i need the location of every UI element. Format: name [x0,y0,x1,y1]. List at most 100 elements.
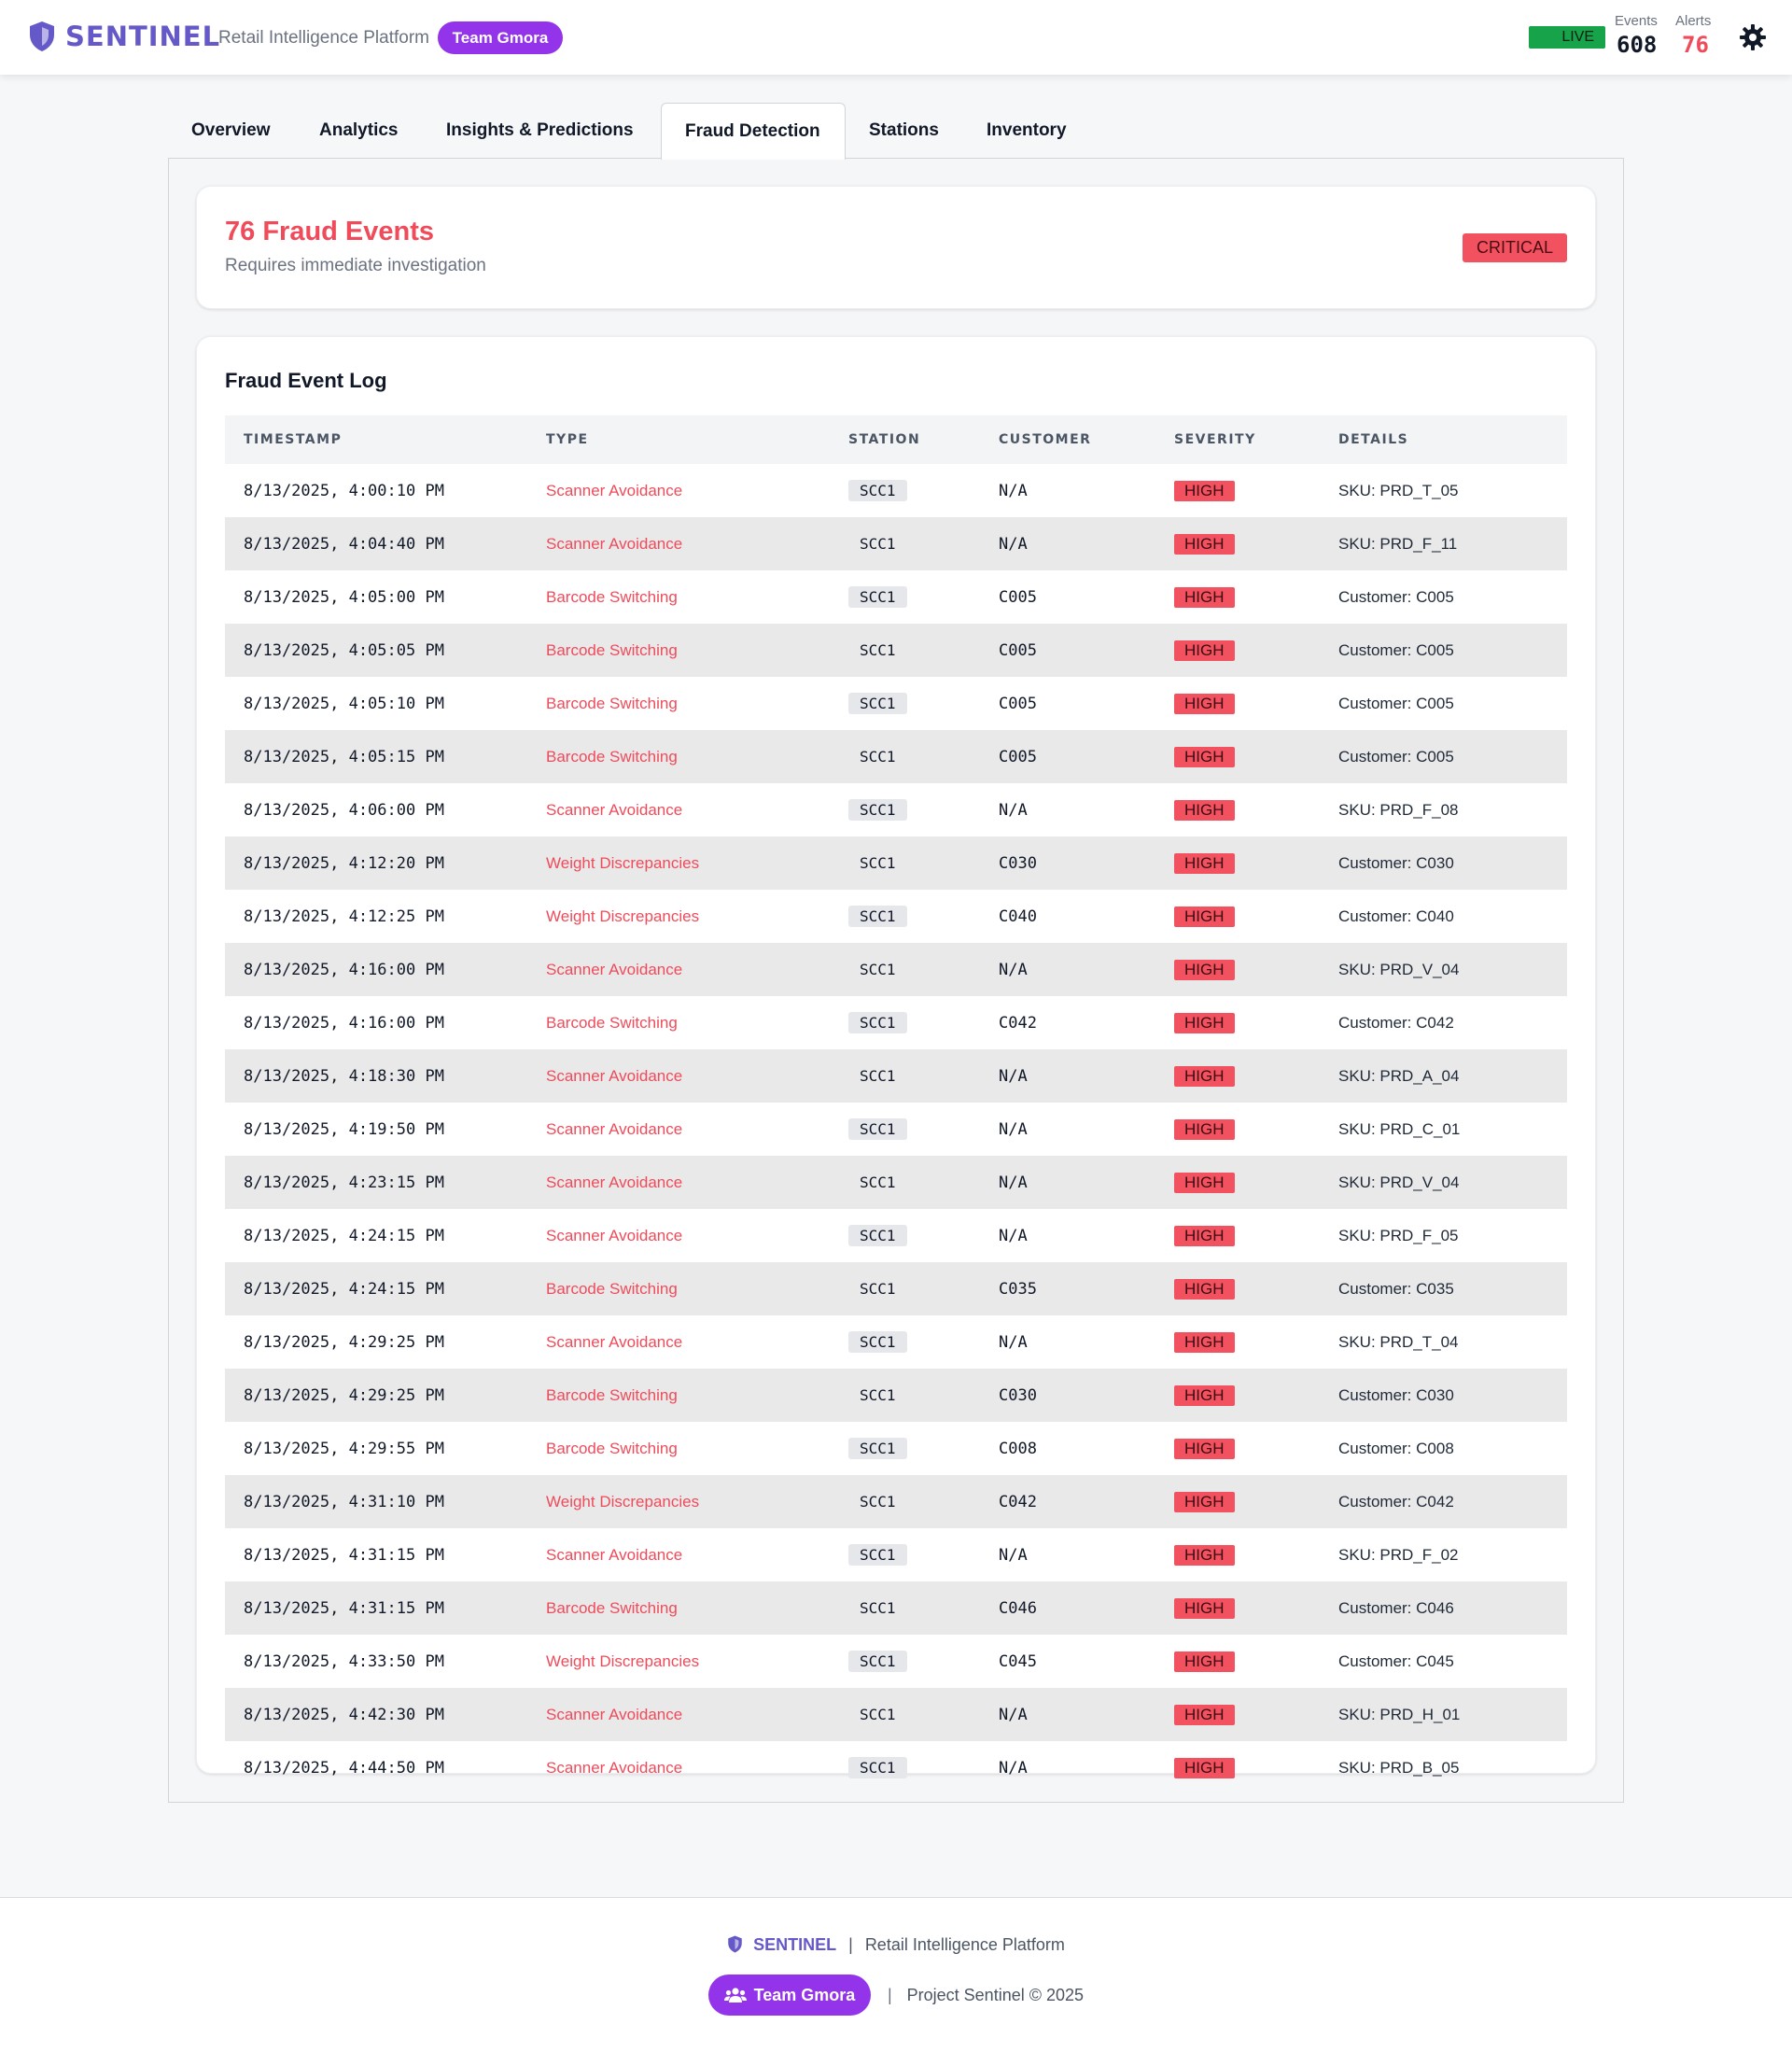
fraud-summary-subtitle: Requires immediate investigation [225,256,486,275]
column-header-details[interactable]: DETAILS [1337,415,1567,464]
cell-timestamp: 8/13/2025, 4:31:10 PM [225,1475,545,1528]
station-chip: SCC1 [860,854,896,872]
cell-severity: HIGH [1173,1741,1337,1794]
table-row[interactable]: 8/13/2025, 4:05:15 PM Barcode Switching SC… [225,730,1567,783]
station-chip: SCC1 [848,1225,907,1246]
table-row[interactable]: 8/13/2025, 4:05:05 PM Barcode Switching SC… [225,624,1567,677]
table-row[interactable]: 8/13/2025, 4:19:50 PM Scanner Avoidance SC… [225,1103,1567,1156]
footer: SENTINEL | Retail Intelligence Platform … [0,1897,1792,2066]
cell-details: SKU: PRD_V_04 [1337,1156,1567,1209]
cell-details: Customer: C005 [1337,624,1567,677]
tab-overview[interactable]: Overview [168,103,294,159]
cell-timestamp: 8/13/2025, 4:44:50 PM [244,1758,444,1778]
cell-customer: C042 [998,1475,1173,1528]
cell-station: SCC1 [847,943,998,996]
station-chip: SCC1 [848,586,907,608]
station-chip: SCC1 [860,1067,896,1085]
table-row[interactable]: 8/13/2025, 4:05:10 PM Barcode Switching SC… [225,677,1567,730]
cell-timestamp: 8/13/2025, 4:05:15 PM [225,730,545,783]
table-row[interactable]: 8/13/2025, 4:42:30 PM Scanner Avoidance SC… [225,1688,1567,1741]
table-row[interactable]: 8/13/2025, 4:29:25 PM Scanner Avoidance SC… [225,1315,1567,1369]
table-row[interactable]: 8/13/2025, 4:05:00 PM Barcode Switching SC… [225,570,1567,624]
cell-station: SCC1 [847,1422,998,1475]
cell-timestamp: 8/13/2025, 4:16:00 PM [225,943,545,996]
cell-station: SCC1 [847,1209,998,1262]
table-row[interactable]: 8/13/2025, 4:12:25 PM Weight Discrepancie… [225,890,1567,943]
table-row[interactable]: 8/13/2025, 4:29:25 PM Barcode Switching SC… [225,1369,1567,1422]
column-header-customer[interactable]: CUSTOMER [998,415,1173,464]
table-row[interactable]: 8/13/2025, 4:23:15 PM Scanner Avoidance SC… [225,1156,1567,1209]
cell-timestamp: 8/13/2025, 4:31:15 PM [244,1545,444,1565]
station-chip: SCC1 [860,535,896,553]
cell-timestamp: 8/13/2025, 4:29:25 PM [244,1332,444,1352]
cell-customer: N/A [999,481,1028,500]
table-row[interactable]: 8/13/2025, 4:31:15 PM Barcode Switching SC… [225,1581,1567,1635]
cell-station: SCC1 [847,1688,998,1741]
cell-type: Scanner Avoidance [546,1332,683,1351]
cell-type: Scanner Avoidance [545,1049,847,1103]
tab-inventory[interactable]: Inventory [963,103,1090,159]
cell-station: SCC1 [847,1475,998,1528]
table-row[interactable]: 8/13/2025, 4:16:00 PM Scanner Avoidance SC… [225,943,1567,996]
cell-details: SKU: PRD_C_01 [1338,1119,1461,1138]
table-row[interactable]: 8/13/2025, 4:33:50 PM Weight Discrepancie… [225,1635,1567,1688]
table-row[interactable]: 8/13/2025, 4:12:20 PM Weight Discrepancie… [225,836,1567,890]
cell-station: SCC1 [847,1581,998,1635]
station-chip: SCC1 [860,1706,896,1723]
footer-team-button[interactable]: Team Gmora [707,1975,871,2016]
table-row[interactable]: 8/13/2025, 4:44:50 PM Scanner Avoidance SC… [225,1741,1567,1794]
table-row[interactable]: 8/13/2025, 4:29:55 PM Barcode Switching SC… [225,1422,1567,1475]
severity-badge: HIGH [1174,906,1235,927]
tab-insights[interactable]: Insights & Predictions [423,103,657,159]
cell-customer: N/A [999,1226,1028,1245]
cell-timestamp: 8/13/2025, 4:05:00 PM [244,587,444,607]
brand-logo[interactable]: SENTINEL [28,21,220,52]
cell-details: SKU: PRD_H_01 [1337,1688,1567,1741]
column-header-timestamp[interactable]: TIMESTAMP [225,415,545,464]
fraud-summary-card: 76 Fraud Events Requires immediate inves… [196,186,1596,309]
table-row[interactable]: 8/13/2025, 4:16:00 PM Barcode Switching SC… [225,996,1567,1049]
fraud-log-title: Fraud Event Log [225,369,387,392]
cell-severity: HIGH [1173,996,1337,1049]
severity-badge: HIGH [1174,1172,1235,1193]
table-row[interactable]: 8/13/2025, 4:31:10 PM Weight Discrepancie… [225,1475,1567,1528]
tab-stations[interactable]: Stations [846,103,962,159]
table-row[interactable]: 8/13/2025, 4:06:00 PM Scanner Avoidance SC… [225,783,1567,836]
station-chip: SCC1 [848,693,907,714]
cell-station: SCC1 [847,517,998,570]
gear-icon[interactable] [1738,22,1768,52]
tab-fraud-detection[interactable]: Fraud Detection [661,103,846,160]
cell-type: Scanner Avoidance [545,517,847,570]
cell-details: SKU: PRD_T_05 [1338,481,1459,499]
cell-timestamp: 8/13/2025, 4:04:40 PM [225,517,545,570]
cell-type: Barcode Switching [545,1369,847,1422]
table-row[interactable]: 8/13/2025, 4:31:15 PM Scanner Avoidance SC… [225,1528,1567,1581]
column-header-severity[interactable]: SEVERITY [1173,415,1337,464]
cell-timestamp: 8/13/2025, 4:00:10 PM [244,481,444,500]
station-chip: SCC1 [848,1331,907,1353]
table-row[interactable]: 8/13/2025, 4:18:30 PM Scanner Avoidance SC… [225,1049,1567,1103]
fraud-log-table: TIMESTAMP TYPE STATION CUSTOMER SEVERITY… [225,415,1567,1794]
team-badge[interactable]: Team Gmora [438,21,563,54]
cell-station: SCC1 [847,677,998,730]
table-row[interactable]: 8/13/2025, 4:24:15 PM Barcode Switching SC… [225,1262,1567,1315]
cell-severity: HIGH [1173,1369,1337,1422]
column-header-type[interactable]: TYPE [545,415,847,464]
column-header-station[interactable]: STATION [847,415,998,464]
cell-severity: HIGH [1173,677,1337,730]
severity-badge: HIGH [1174,480,1235,501]
table-row[interactable]: 8/13/2025, 4:00:10 PM Scanner Avoidance SC… [225,464,1567,517]
cell-severity: HIGH [1173,1422,1337,1475]
top-bar: SENTINEL Retail Intelligence Platform Te… [0,0,1792,75]
footer-subtitle: Retail Intelligence Platform [864,1935,1065,1954]
table-row[interactable]: 8/13/2025, 4:24:15 PM Scanner Avoidance SC… [225,1209,1567,1262]
severity-badge: HIGH [1174,1491,1235,1512]
tab-analytics[interactable]: Analytics [296,103,421,159]
cell-customer: C005 [999,587,1037,607]
table-row[interactable]: 8/13/2025, 4:04:40 PM Scanner Avoidance SC… [225,517,1567,570]
cell-type: Scanner Avoidance [546,1119,683,1138]
cell-station: SCC1 [847,1635,998,1688]
critical-badge: CRITICAL [1462,233,1567,262]
cell-customer: C040 [999,907,1037,926]
cell-timestamp: 8/13/2025, 4:23:15 PM [225,1156,545,1209]
